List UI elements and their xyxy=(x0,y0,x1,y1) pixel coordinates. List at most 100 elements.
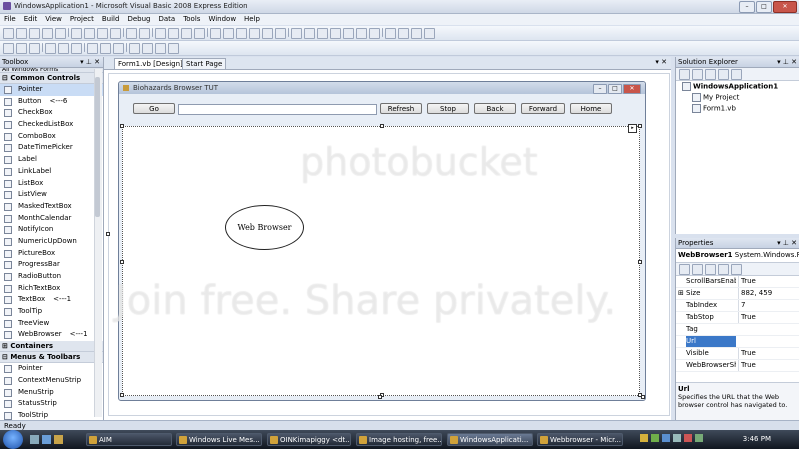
tree-item-form1[interactable]: Form1.vb xyxy=(692,104,736,113)
properties-icon[interactable] xyxy=(679,69,690,80)
home-button[interactable]: Home xyxy=(570,103,612,114)
send-back-icon[interactable] xyxy=(424,28,435,39)
property-row-tabstop[interactable]: TabStop True xyxy=(676,312,799,324)
volume-icon[interactable] xyxy=(673,434,681,442)
stop-debug-icon[interactable] xyxy=(236,28,247,39)
paste-icon[interactable] xyxy=(97,28,108,39)
stop-button[interactable]: Stop xyxy=(427,103,469,114)
maximize-button[interactable]: □ xyxy=(756,1,772,13)
forward-button[interactable]: Forward xyxy=(521,103,565,114)
go-button[interactable]: Go xyxy=(133,103,175,114)
toolbox-item-contextmenustrip[interactable]: ContextMenuStrip xyxy=(0,375,103,387)
taskbar-button-image-hosting-free[interactable]: Image hosting, free... xyxy=(356,433,442,446)
copy-icon[interactable] xyxy=(84,28,95,39)
tray-icon[interactable] xyxy=(684,434,692,442)
options-icon[interactable] xyxy=(369,28,380,39)
navigate-icon[interactable] xyxy=(181,28,192,39)
form-maximize-button[interactable]: □ xyxy=(608,84,622,94)
toolbox-item-richtextbox[interactable]: RichTextBox xyxy=(0,283,103,295)
start-debug-icon[interactable] xyxy=(210,28,221,39)
menu-project[interactable]: Project xyxy=(66,14,98,24)
toolbox-category-containers[interactable]: ⊞ Containers xyxy=(0,341,103,353)
switch-windows-icon[interactable] xyxy=(54,435,63,444)
same-height-icon[interactable] xyxy=(100,43,111,54)
navigate-forward-icon[interactable] xyxy=(194,28,205,39)
property-value[interactable]: 882, 459 xyxy=(738,288,772,299)
redo-icon[interactable] xyxy=(168,28,179,39)
tray-icon[interactable] xyxy=(651,434,659,442)
categorized-icon[interactable] xyxy=(679,264,690,275)
uncomment-icon[interactable] xyxy=(139,28,150,39)
toolbox-item-menustrip[interactable]: MenuStrip xyxy=(0,387,103,399)
bring-front-icon[interactable] xyxy=(411,28,422,39)
toolbox-item-treeview[interactable]: TreeView xyxy=(0,318,103,330)
step-over-icon[interactable] xyxy=(262,28,273,39)
pin-icon[interactable]: ▾ ⊥ ✕ xyxy=(80,57,100,67)
menu-view[interactable]: View xyxy=(41,14,66,24)
toolbox-item-listview[interactable]: ListView xyxy=(0,189,103,201)
toolbox-item-datetimepicker[interactable]: DateTimePicker xyxy=(0,142,103,154)
resize-handle[interactable] xyxy=(120,260,124,264)
tray-icon[interactable] xyxy=(640,434,648,442)
property-value[interactable]: 7 xyxy=(738,300,745,311)
menu-data[interactable]: Data xyxy=(154,14,179,24)
delete-icon[interactable] xyxy=(110,28,121,39)
clock[interactable]: 3:46 PM xyxy=(743,435,771,443)
tab-start-page[interactable]: Start Page xyxy=(182,58,227,69)
resize-handle[interactable] xyxy=(380,124,384,128)
designer-resize-handle[interactable] xyxy=(641,395,645,399)
step-into-icon[interactable] xyxy=(249,28,260,39)
toolbox-item-checkbox[interactable]: CheckBox xyxy=(0,107,103,119)
toolbox-category-common[interactable]: ⊟ Common Controls xyxy=(0,73,103,84)
step-out-icon[interactable] xyxy=(275,28,286,39)
align-right-icon[interactable] xyxy=(29,43,40,54)
toolbox-item-progressbar[interactable]: ProgressBar xyxy=(0,259,103,271)
tray-icon[interactable] xyxy=(695,434,703,442)
properties-view-icon[interactable] xyxy=(705,264,716,275)
vertical-spacing-icon[interactable] xyxy=(142,43,153,54)
resize-handle[interactable] xyxy=(120,124,124,128)
resize-handle[interactable] xyxy=(638,124,642,128)
toolbox-item-listbox[interactable]: ListBox xyxy=(0,178,103,190)
toolbox-item-radiobutton[interactable]: RadioButton xyxy=(0,271,103,283)
taskbar-button-windows-live-mes[interactable]: Windows Live Mes... xyxy=(176,433,262,446)
webbrowser-control[interactable]: ▸ Web Browser xyxy=(122,124,640,396)
toolbox-icon[interactable] xyxy=(343,28,354,39)
save-icon[interactable] xyxy=(42,28,53,39)
comment-icon[interactable] xyxy=(126,28,137,39)
property-value[interactable]: True xyxy=(738,312,756,323)
menu-file[interactable]: File xyxy=(0,14,20,24)
object-selector[interactable]: WebBrowser1 System.Windows.Fo xyxy=(676,249,799,263)
minimize-button[interactable]: – xyxy=(739,1,755,13)
designer-resize-handle[interactable] xyxy=(106,232,110,236)
toolbox-item-monthcalendar[interactable]: MonthCalendar xyxy=(0,213,103,225)
toolbox-item-statusstrip[interactable]: StatusStrip xyxy=(0,398,103,410)
menu-window[interactable]: Window xyxy=(204,14,240,24)
view-code-icon[interactable] xyxy=(718,69,729,80)
new-project-icon[interactable] xyxy=(3,28,14,39)
align-center-icon[interactable] xyxy=(16,43,27,54)
pin-icon[interactable]: ▾ ⊥ ✕ xyxy=(777,57,797,67)
menu-debug[interactable]: Debug xyxy=(123,14,154,24)
property-value[interactable]: True xyxy=(738,276,756,287)
resize-handle[interactable] xyxy=(638,260,642,264)
toolbox-item-pointer[interactable]: Pointer xyxy=(0,363,103,375)
refresh-icon[interactable] xyxy=(705,69,716,80)
tab-form1-design[interactable]: Form1.vb [Design]* xyxy=(114,58,191,69)
menu-tools[interactable]: Tools xyxy=(179,14,204,24)
property-row-visible[interactable]: Visible True xyxy=(676,348,799,360)
tree-root-project[interactable]: WindowsApplication1 xyxy=(682,82,778,91)
network-icon[interactable] xyxy=(662,434,670,442)
same-size-icon[interactable] xyxy=(113,43,124,54)
cut-icon[interactable] xyxy=(71,28,82,39)
property-row-size[interactable]: ⊞ Size 882, 459 xyxy=(676,288,799,300)
add-item-icon[interactable] xyxy=(16,28,27,39)
taskbar-button-aim[interactable]: AIM xyxy=(86,433,172,446)
property-row-url[interactable]: Url xyxy=(676,336,799,348)
layout-icon[interactable] xyxy=(398,28,409,39)
same-width-icon[interactable] xyxy=(87,43,98,54)
find-icon[interactable] xyxy=(291,28,302,39)
taskbar-button-oinkimapiggy-dt[interactable]: OINKimapiggy <dt... xyxy=(267,433,351,446)
refresh-button[interactable]: Refresh xyxy=(380,103,422,114)
center-horizontally-icon[interactable] xyxy=(155,43,166,54)
